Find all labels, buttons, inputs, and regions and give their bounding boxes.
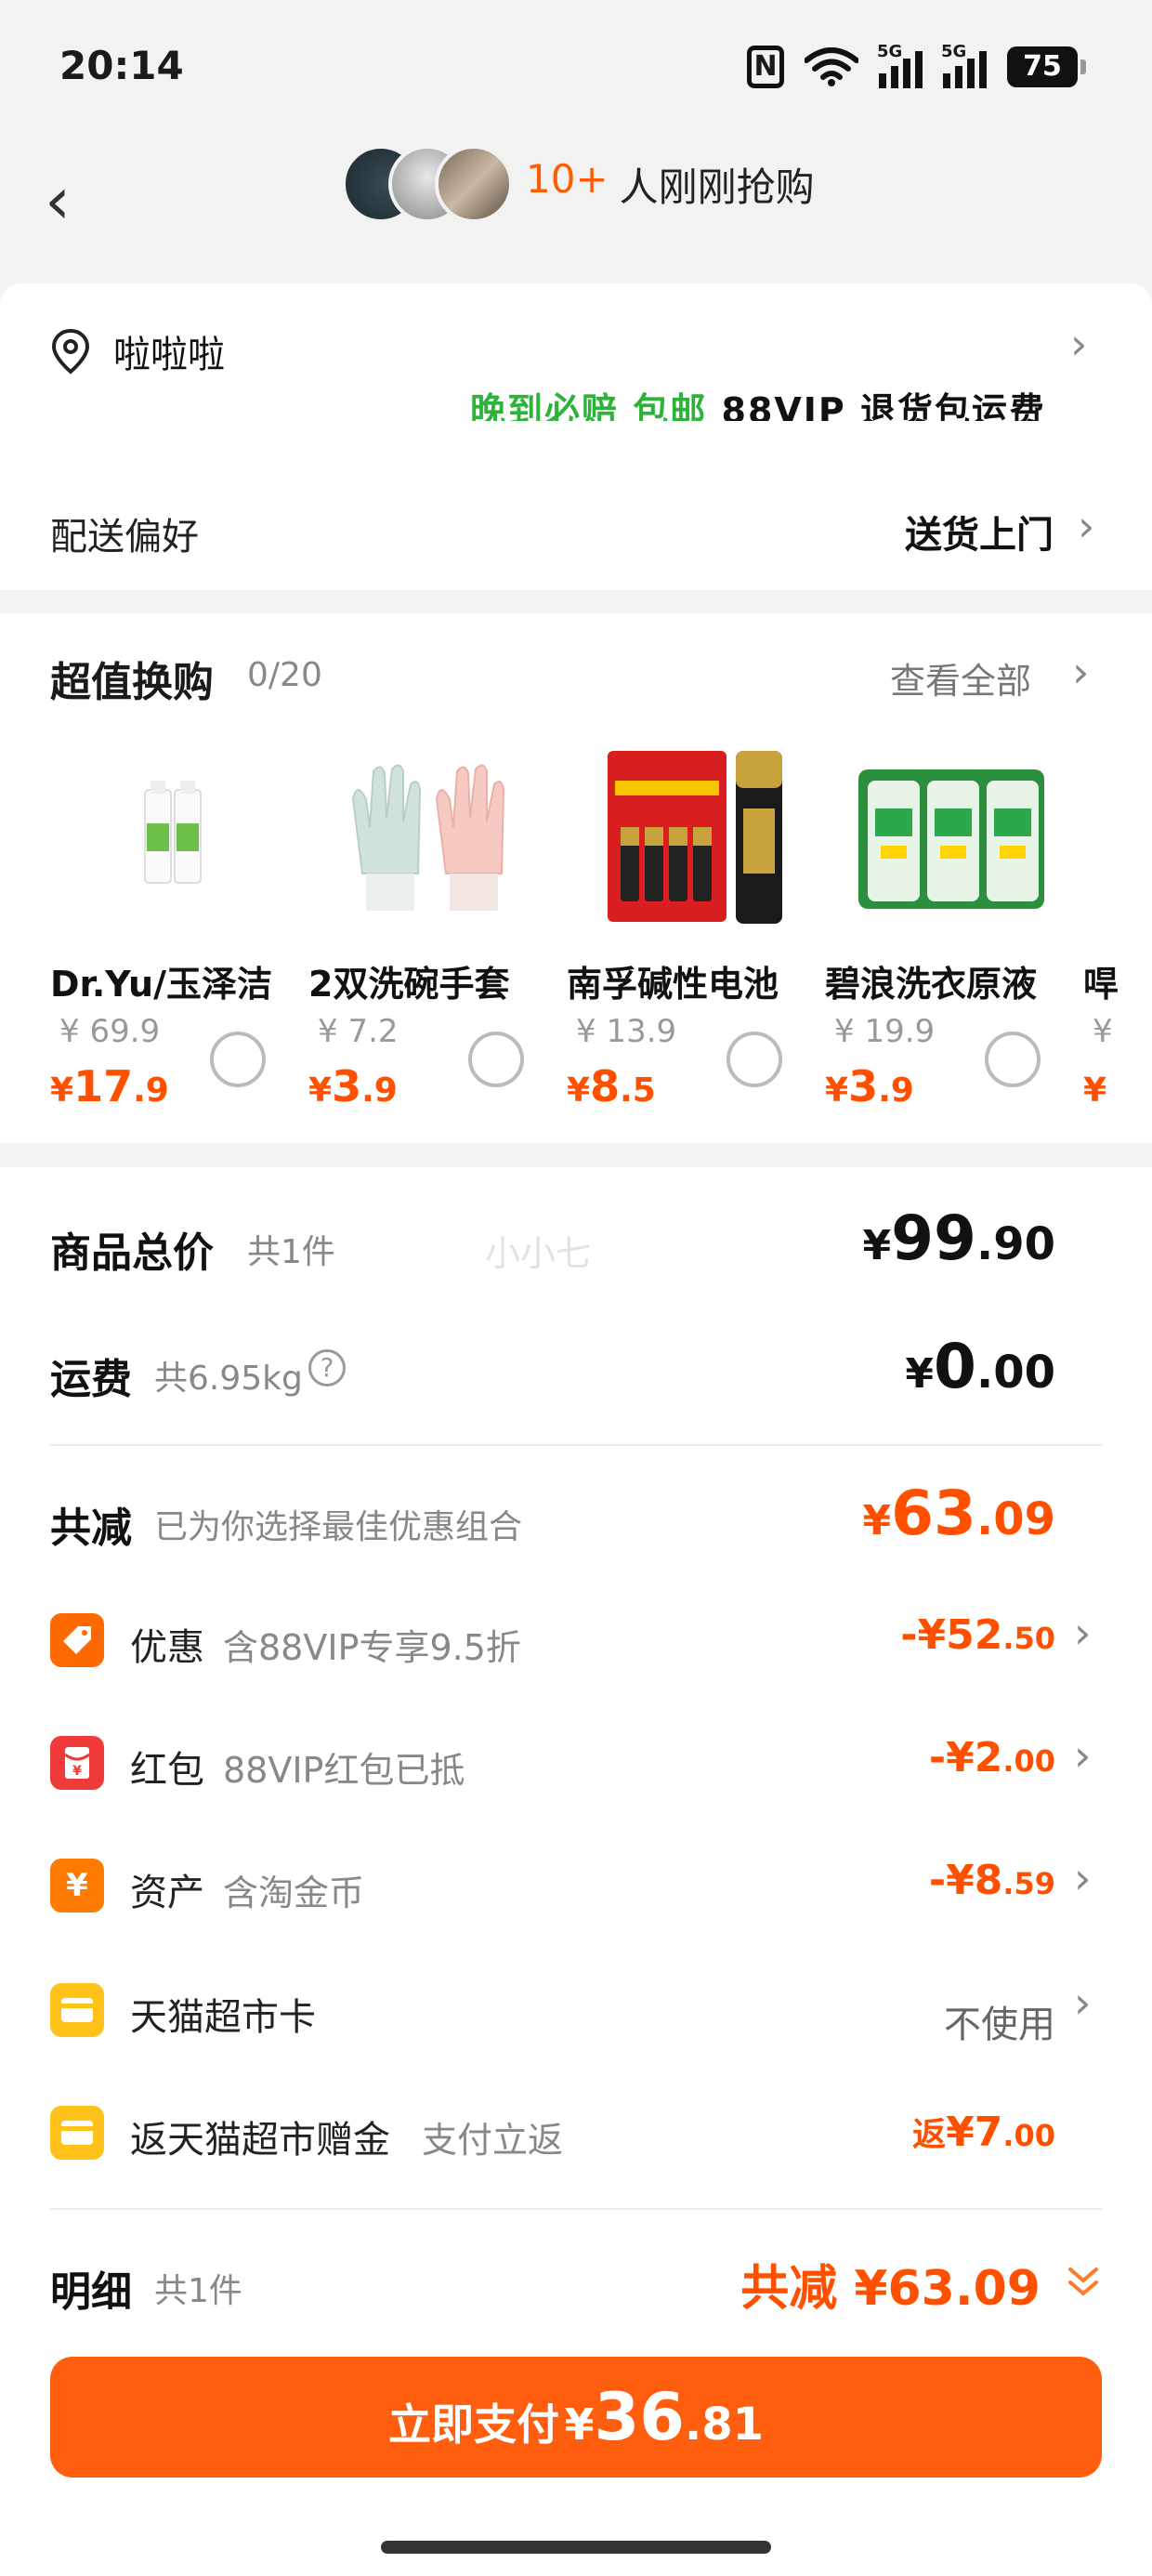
- assets-row-label: 资产: [130, 1872, 204, 1914]
- exchange-section: 超值换购 0/20 查看全部 › Dr.Yu/玉泽洁 ¥ 69.9 ¥17.9 …: [0, 613, 1152, 1143]
- reduce-label: 共减: [50, 1505, 132, 1552]
- shipping-label: 运费: [50, 1356, 132, 1403]
- home-indicator[interactable]: [381, 2541, 771, 2554]
- tag-icon: [50, 1613, 104, 1667]
- exchange-price: ¥3.9: [825, 1061, 914, 1111]
- exchange-price: ¥: [1083, 1071, 1107, 1110]
- chevron-right-icon: ›: [1072, 647, 1090, 697]
- exchange-count: 0/20: [247, 656, 322, 694]
- select-radio[interactable]: [468, 1032, 524, 1087]
- wifi-icon: [805, 47, 858, 86]
- buyer-text: 人刚刚抢购: [619, 164, 815, 210]
- discount-row-label: 优惠: [130, 1626, 204, 1669]
- chevron-right-icon: ›: [1074, 1608, 1092, 1658]
- exchange-title: 超值换购: [50, 659, 214, 706]
- product-image: [608, 751, 782, 924]
- detail-reduce[interactable]: 共减 ¥63.09: [740, 2249, 1041, 2319]
- chevron-right-icon: ›: [1074, 1853, 1092, 1903]
- promo-tags: 晚到必赔 包邮 88VIP 退货包运费: [470, 390, 1047, 421]
- divider: [50, 1444, 1102, 1446]
- nfc-icon: N: [747, 46, 784, 88]
- supermarket-card-status[interactable]: 不使用: [944, 1994, 1055, 2048]
- chevron-right-icon: ›: [1070, 319, 1088, 369]
- delivery-pref-label: 配送偏好: [50, 516, 199, 559]
- status-time: 20:14: [59, 43, 184, 88]
- status-bar: 20:14 N 5G 5G 75: [0, 0, 1152, 139]
- exchange-item[interactable]: 碧浪洗衣原液 ¥ 19.9 ¥3.9: [825, 743, 1076, 1134]
- pay-now-button[interactable]: 立即支付 ¥36.81: [50, 2357, 1102, 2477]
- exchange-item[interactable]: Dr.Yu/玉泽洁 ¥ 69.9 ¥17.9: [50, 743, 301, 1134]
- goods-count: 共1件: [247, 1233, 335, 1271]
- assets-amount[interactable]: -¥8.59: [929, 1857, 1055, 1904]
- svg-text:¥: ¥: [72, 1764, 82, 1779]
- product-image: [858, 769, 1044, 909]
- select-radio[interactable]: [210, 1032, 266, 1087]
- rebate-amount: 返¥7.00: [912, 2109, 1055, 2156]
- goods-total-label: 商品总价: [50, 1229, 214, 1277]
- detail-label: 明细: [50, 2268, 132, 2316]
- product-image: [144, 781, 202, 884]
- exchange-price: ¥3.9: [308, 1061, 398, 1111]
- select-radio[interactable]: [985, 1032, 1041, 1087]
- buyer-count: 10+: [526, 156, 609, 202]
- chevron-right-icon: ›: [1074, 1730, 1092, 1781]
- gift-card-icon: [50, 2106, 104, 2160]
- exchange-item[interactable]: 南孚碱性电池 ¥ 13.9 ¥8.5: [567, 743, 818, 1134]
- reduce-amount: ¥63.09: [862, 1478, 1055, 1549]
- red-packet-icon: ¥: [50, 1736, 104, 1790]
- page-header: ‹ 10+ 人刚刚抢购: [0, 139, 1152, 283]
- location-pin-icon: [51, 328, 90, 375]
- reduce-desc: 已为你选择最佳优惠组合: [154, 1508, 523, 1546]
- chevron-right-icon: ›: [1074, 1978, 1092, 2028]
- red-packet-row-desc: 88VIP红包已抵: [223, 1750, 465, 1791]
- buyer-avatars: [342, 145, 518, 223]
- shipping-weight: 共6.95kg: [154, 1360, 303, 1398]
- delivery-pref-value[interactable]: 送货上门: [905, 505, 1054, 559]
- chevron-right-icon: ›: [1078, 501, 1095, 551]
- red-packet-amount[interactable]: -¥2.00: [929, 1734, 1055, 1781]
- buyer-counter: 10+ 人刚刚抢购: [526, 156, 815, 213]
- view-all-link[interactable]: 查看全部: [890, 652, 1031, 703]
- shipping-amount: ¥0.00: [905, 1331, 1055, 1402]
- discount-amount[interactable]: -¥52.50: [900, 1611, 1055, 1659]
- exchange-price: ¥8.5: [567, 1061, 656, 1111]
- battery-icon: 75: [1007, 46, 1086, 87]
- address-card[interactable]: 啦啦啦 › 晚到必赔 包邮 88VIP 退货包运费 配送偏好 送货上门 ›: [0, 283, 1152, 590]
- exchange-item[interactable]: 哻 ¥ ¥: [1083, 743, 1152, 1134]
- exchange-price: ¥17.9: [50, 1061, 169, 1111]
- red-packet-row-label: 红包: [130, 1749, 204, 1792]
- exchange-item[interactable]: 2双洗碗手套 ¥ 7.2 ¥3.9: [308, 743, 559, 1134]
- supermarket-card-label: 天猫超市卡: [130, 1996, 316, 2039]
- back-icon[interactable]: ‹: [45, 164, 91, 238]
- discount-row-desc: 含88VIP专享9.5折: [223, 1627, 521, 1668]
- product-image: [351, 764, 505, 911]
- address-name: 啦啦啦: [113, 334, 225, 376]
- signal-icon: 5G: [877, 42, 923, 88]
- watermark: 小小七: [485, 1233, 592, 1274]
- help-icon[interactable]: ?: [308, 1349, 346, 1387]
- card-icon: [50, 1983, 104, 2037]
- status-icons: N 5G 5G 75: [747, 41, 1086, 93]
- detail-count: 共1件: [154, 2272, 242, 2310]
- assets-row-desc: 含淘金币: [223, 1873, 365, 1913]
- avatar: [435, 145, 513, 223]
- goods-total-amount: ¥99.90: [862, 1203, 1055, 1274]
- double-chevron-down-icon[interactable]: [1065, 2264, 1102, 2301]
- select-radio[interactable]: [727, 1032, 782, 1087]
- yen-coin-icon: ¥: [50, 1859, 104, 1912]
- rebate-row-label: 返天猫超市赠金: [130, 2119, 390, 2162]
- rebate-row-desc: 支付立返: [422, 2120, 564, 2161]
- signal-icon: 5G: [941, 42, 987, 88]
- divider: [50, 2208, 1102, 2210]
